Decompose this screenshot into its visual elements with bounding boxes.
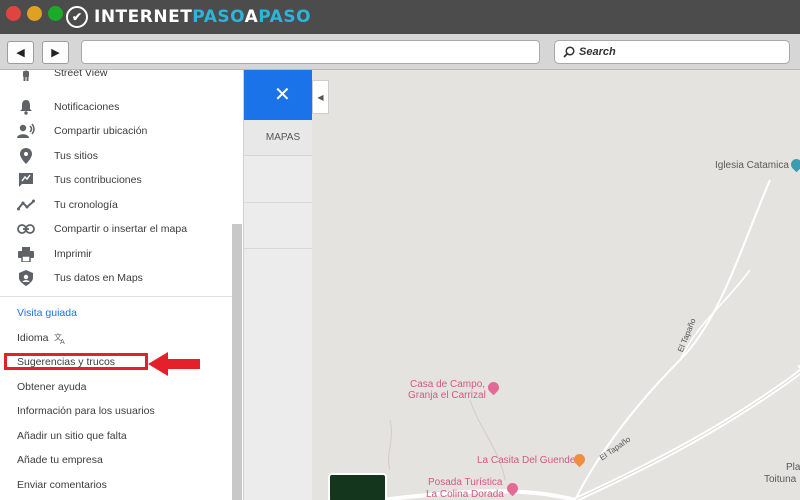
- panel-divider: [244, 202, 312, 203]
- panel-header: ✕: [244, 70, 312, 120]
- svg-text:A: A: [60, 338, 65, 344]
- menu-item-anadir-sitio[interactable]: Añadir un sitio que falta: [17, 429, 127, 443]
- maximize-window-button[interactable]: [48, 6, 63, 21]
- menu-item-visita-guiada[interactable]: Visita guiada: [17, 306, 77, 320]
- menu-item-label: Street View: [54, 70, 108, 79]
- menu-item-idioma[interactable]: Idioma 文A: [17, 331, 66, 345]
- red-arrow-icon: [148, 352, 200, 376]
- menu-item-compartir-ubicacion[interactable]: Compartir ubicación: [0, 119, 230, 143]
- share-location-icon: [17, 122, 35, 140]
- menu-item-tus-sitios[interactable]: Tus sitios: [0, 144, 230, 168]
- menu-item-label: Tus contribuciones: [54, 174, 142, 186]
- place-label-casa-line2[interactable]: Granja el Carrizal: [408, 390, 486, 402]
- logo-icon: ✔: [66, 6, 88, 28]
- print-icon: [17, 245, 35, 263]
- minimize-window-button[interactable]: [27, 6, 42, 21]
- contributions-icon: [17, 171, 35, 189]
- link-icon: [17, 220, 35, 238]
- logo-text-1: INTERNET: [94, 7, 193, 27]
- place-label-posada-line1[interactable]: Posada Turística: [428, 477, 502, 489]
- menu-scrollbar[interactable]: [232, 224, 242, 500]
- place-label-church[interactable]: Iglesia Catamica: [715, 160, 789, 172]
- satellite-thumbnail[interactable]: [328, 473, 387, 500]
- panel-divider: [244, 248, 312, 249]
- data-shield-icon: [17, 269, 35, 287]
- close-icon[interactable]: ✕: [274, 83, 291, 107]
- menu-item-tus-datos[interactable]: Tus datos en Maps: [0, 266, 230, 290]
- menu-item-enviar-comentarios[interactable]: Enviar comentarios: [17, 478, 107, 492]
- menu-item-tu-cronologia[interactable]: Tu cronología: [0, 193, 230, 217]
- search-placeholder: Search: [579, 46, 616, 58]
- pin-icon: [17, 147, 35, 165]
- menu-item-label: Imprimir: [54, 248, 92, 260]
- bell-icon: [17, 98, 35, 116]
- logo-text-2: PASO: [192, 7, 245, 27]
- translate-icon: 文A: [54, 332, 65, 344]
- menu-item-label: Tu cronología: [54, 199, 118, 211]
- street-view-icon: [17, 70, 35, 82]
- side-panel: ✕ MAPAS: [244, 70, 312, 500]
- close-window-button[interactable]: [6, 6, 21, 21]
- menu-item-obtener-ayuda[interactable]: Obtener ayuda: [17, 380, 86, 394]
- forward-button[interactable]: ▶: [42, 41, 69, 64]
- site-logo: ✔ INTERNETPASOAPASO: [66, 5, 311, 29]
- place-label-right1[interactable]: Pla: [786, 462, 800, 474]
- logo-text-3: A: [244, 7, 259, 27]
- menu-item-compartir-insertar[interactable]: Compartir o insertar el mapa: [0, 217, 230, 241]
- side-menu: Street View Notificaciones Compartir ubi…: [0, 70, 244, 500]
- menu-item-tus-contribuciones[interactable]: Tus contribuciones: [0, 168, 230, 192]
- menu-item-anade-empresa[interactable]: Añade tu empresa: [17, 453, 103, 467]
- place-label-casita[interactable]: La Casita Del Guende: [477, 455, 575, 467]
- menu-item-street-view[interactable]: Street View: [0, 70, 230, 85]
- tab-mapas[interactable]: MAPAS: [244, 120, 312, 156]
- place-label-posada-line2[interactable]: La Colina Dorada: [426, 489, 504, 500]
- menu-item-informacion[interactable]: Información para los usuarios: [17, 404, 155, 418]
- search-icon: [563, 46, 575, 58]
- menu-divider: [0, 296, 232, 297]
- menu-item-label: Notificaciones: [54, 101, 120, 113]
- window-titlebar: ✔ INTERNETPASOAPASO: [0, 0, 800, 34]
- menu-item-label: Tus sitios: [54, 150, 98, 162]
- menu-item-label: Compartir ubicación: [54, 125, 148, 137]
- back-button[interactable]: ◀: [7, 41, 34, 64]
- menu-item-imprimir[interactable]: Imprimir: [0, 242, 230, 266]
- highlight-box: [4, 353, 148, 370]
- timeline-icon: [17, 196, 35, 214]
- place-label-right2[interactable]: Toituna: [764, 474, 796, 486]
- menu-item-label: Idioma: [17, 332, 49, 344]
- menu-item-label: Compartir o insertar el mapa: [54, 223, 188, 235]
- menu-item-notificaciones[interactable]: Notificaciones: [0, 95, 230, 119]
- url-bar[interactable]: [81, 40, 540, 64]
- browser-toolbar: ◀ ▶ Search: [0, 34, 800, 70]
- logo-text-4: PASO: [258, 7, 312, 27]
- collapse-panel-button[interactable]: ◀: [312, 80, 329, 114]
- search-field[interactable]: Search: [554, 40, 790, 64]
- menu-item-label: Tus datos en Maps: [54, 272, 143, 284]
